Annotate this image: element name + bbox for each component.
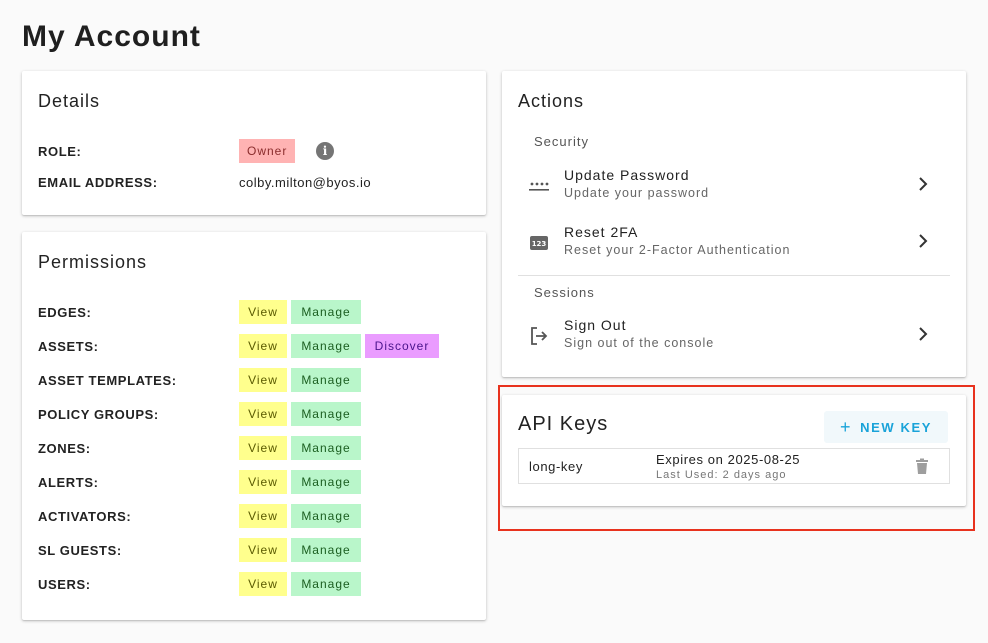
permission-chip-manage: Manage [291, 368, 361, 392]
permission-label: POLICY GROUPS: [38, 407, 159, 422]
sessions-section-label: Sessions [534, 285, 595, 300]
permission-chip-manage: Manage [291, 504, 361, 528]
email-label: EMAIL ADDRESS: [38, 175, 158, 190]
permission-chip-manage: Manage [291, 334, 361, 358]
reset-2fa-row[interactable]: 123 Reset 2FA Reset your 2-Factor Authen… [518, 218, 950, 270]
permission-chip-discover: Discover [365, 334, 439, 358]
security-section-label: Security [534, 134, 589, 149]
permission-chip-view: View [239, 402, 287, 426]
permission-label: ZONES: [38, 441, 91, 456]
permission-label: ACTIVATORS: [38, 509, 132, 524]
permission-chip-view: View [239, 572, 287, 596]
reset-2fa-title: Reset 2FA [564, 224, 639, 240]
permissions-card: Permissions EDGES: View Manage ASSETS: View M… [22, 232, 486, 620]
actions-title: Actions [518, 91, 585, 111]
reset-2fa-subtitle: Reset your 2-Factor Authentication [564, 243, 791, 257]
permission-chip-view: View [239, 334, 287, 358]
svg-text:123: 123 [532, 240, 547, 248]
permission-chip-view: View [239, 538, 287, 562]
chevron-right-icon [919, 177, 928, 191]
details-card: Details ROLE: Owner i EMAIL ADDRESS: col… [22, 71, 486, 215]
role-label: ROLE: [38, 144, 82, 159]
actions-card: Actions Security Update Password Update … [502, 71, 966, 377]
sign-out-row[interactable]: Sign Out Sign out of the console [518, 311, 950, 363]
permission-label: EDGES: [38, 305, 92, 320]
password-dots-icon [529, 182, 549, 191]
actions-divider [518, 275, 950, 276]
email-value: colby.milton@byos.io [239, 175, 372, 190]
permission-chip-view: View [239, 436, 287, 460]
permission-chip-view: View [239, 368, 287, 392]
details-title: Details [38, 91, 101, 111]
permission-chip-manage: Manage [291, 572, 361, 596]
update-password-row[interactable]: Update Password Update your password [518, 161, 950, 213]
permission-chip-manage: Manage [291, 300, 361, 324]
highlight-box [498, 385, 975, 531]
permission-chip-manage: Manage [291, 402, 361, 426]
page-title: My Account [22, 20, 201, 53]
permission-label: USERS: [38, 577, 91, 592]
permission-label: ASSETS: [38, 339, 99, 354]
sign-out-title: Sign Out [564, 317, 627, 333]
logout-icon [531, 327, 548, 345]
permission-label: ASSET TEMPLATES: [38, 373, 177, 388]
permission-label: ALERTS: [38, 475, 99, 490]
permissions-title: Permissions [38, 252, 148, 272]
permission-chip-view: View [239, 300, 287, 324]
permission-chip-view: View [239, 504, 287, 528]
permission-chip-manage: Manage [291, 470, 361, 494]
info-icon[interactable]: i [316, 142, 334, 160]
sign-out-subtitle: Sign out of the console [564, 336, 715, 350]
permission-chip-manage: Manage [291, 538, 361, 562]
permission-chip-view: View [239, 470, 287, 494]
pin-123-icon: 123 [530, 236, 548, 250]
permission-label: SL GUESTS: [38, 543, 122, 558]
chevron-right-icon [919, 327, 928, 341]
update-password-title: Update Password [564, 167, 690, 183]
permission-chip-manage: Manage [291, 436, 361, 460]
update-password-subtitle: Update your password [564, 186, 710, 200]
chevron-right-icon [919, 234, 928, 248]
role-badge: Owner [239, 139, 296, 163]
